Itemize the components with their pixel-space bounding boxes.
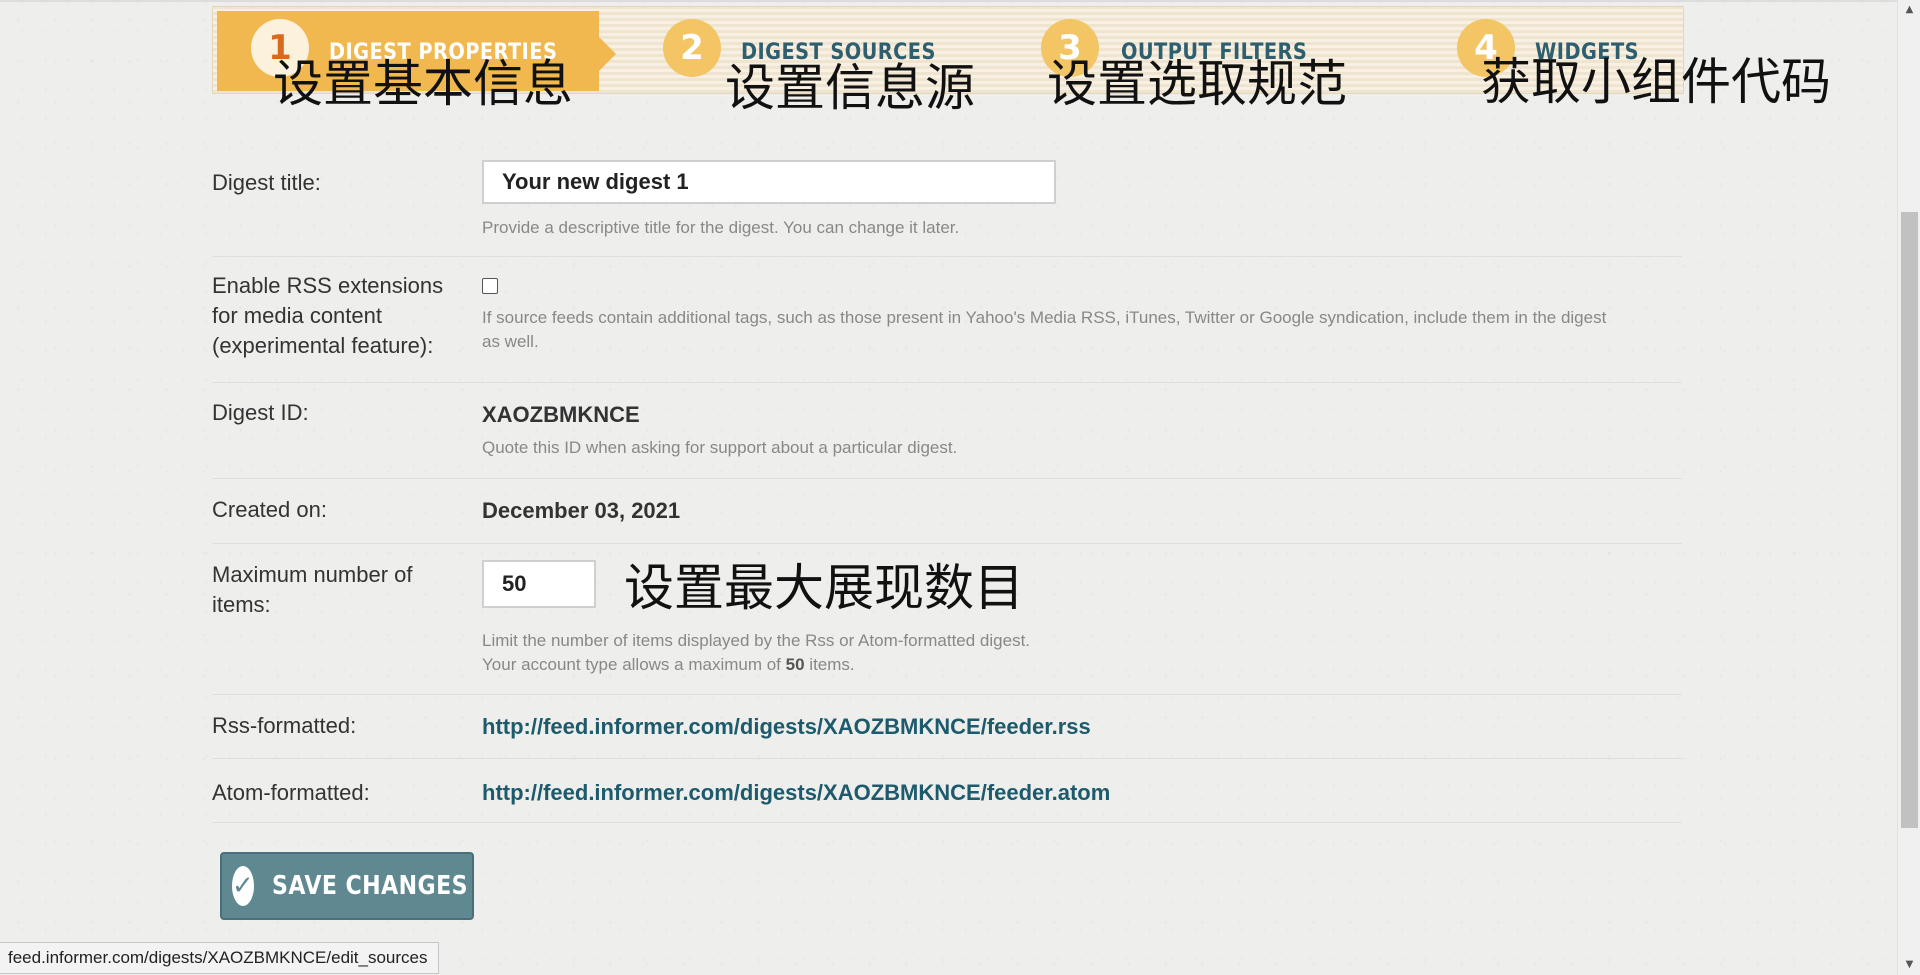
max-items-hint-suffix: items.: [804, 655, 855, 674]
max-items-label-line: items:: [212, 592, 271, 617]
active-step-arrow-icon: [599, 37, 616, 71]
rss-formatted-label: Rss-formatted:: [212, 713, 357, 738]
top-border: [0, 0, 1920, 2]
step-note: 设置信息源: [725, 59, 975, 117]
created-on-row: Created on: December 03, 2021: [212, 478, 1682, 544]
max-items-label: Maximum number of items:: [212, 560, 413, 620]
wizard-steps: 1 DIGEST PROPERTIES 设置基本信息 2 DIGEST SOUR…: [212, 6, 1831, 113]
max-items-hint-prefix: Your account type allows a maximum of: [482, 655, 786, 674]
created-on-label: Created on:: [212, 497, 327, 522]
rss-extensions-hint: If source feeds contain additional tags,…: [482, 306, 1672, 354]
max-items-note: 设置最大展现数目: [624, 559, 1024, 617]
rss-extensions-row: Enable RSS extensions for media content …: [212, 256, 1682, 383]
rss-extensions-label: Enable RSS extensions for media content …: [212, 271, 443, 361]
digest-title-hint: Provide a descriptive title for the dige…: [482, 218, 960, 237]
rss-extensions-label-line: (experimental feature):: [212, 333, 434, 358]
status-bar-url: feed.informer.com/digests/XAOZBMKNCE/edi…: [0, 942, 439, 974]
step-note: 设置基本信息: [273, 55, 573, 113]
save-changes-label: SAVE CHANGES: [271, 871, 468, 901]
check-icon: ✓: [232, 866, 254, 906]
scroll-down-arrow-icon[interactable]: ▼: [1898, 955, 1920, 975]
rss-extensions-hint-line: as well.: [482, 332, 539, 351]
rss-extensions-hint-line: If source feeds contain additional tags,…: [482, 308, 1607, 327]
rss-extensions-checkbox[interactable]: [482, 278, 498, 294]
step-note: 获取小组件代码: [1481, 53, 1831, 111]
atom-feed-link[interactable]: http://feed.informer.com/digests/XAOZBMK…: [482, 780, 1110, 806]
digest-title-input[interactable]: [482, 160, 1056, 204]
vertical-scrollbar[interactable]: ▲ ▼: [1897, 0, 1920, 975]
scroll-up-arrow-icon[interactable]: ▲: [1898, 0, 1920, 20]
digest-id-hint: Quote this ID when asking for support ab…: [482, 438, 958, 457]
digest-title-label: Digest title:: [212, 170, 321, 195]
digest-id-label: Digest ID:: [212, 400, 309, 425]
max-items-label-line: Maximum number of: [212, 562, 413, 587]
max-items-hint-max: 50: [785, 655, 805, 674]
max-items-hint-line: Your account type allows a maximum of 50…: [482, 653, 1030, 677]
digest-id-value: XAOZBMKNCE: [482, 402, 640, 427]
max-items-row: Maximum number of items: 设置最大展现数目 Limit …: [212, 543, 1682, 695]
max-items-hint: Limit the number of items displayed by t…: [482, 629, 1030, 677]
max-items-hint-line: Limit the number of items displayed by t…: [482, 631, 1031, 650]
rss-extensions-label-line: Enable RSS extensions: [212, 273, 444, 298]
step-note: 设置选取规范: [1047, 55, 1347, 113]
rss-extensions-label-line: for media content: [212, 303, 382, 328]
rss-feed-link[interactable]: http://feed.informer.com/digests/XAOZBMK…: [482, 714, 1091, 740]
scrollbar-thumb[interactable]: [1901, 212, 1918, 828]
step-number: 2: [663, 19, 721, 77]
save-changes-button[interactable]: ✓ SAVE CHANGES: [220, 852, 474, 920]
atom-formatted-label: Atom-formatted:: [212, 780, 370, 805]
created-on-value: December 03, 2021: [482, 498, 681, 523]
rss-formatted-row: Rss-formatted: http://feed.informer.com/…: [212, 694, 1682, 759]
digest-id-row: Digest ID: XAOZBMKNCE Quote this ID when…: [212, 382, 1682, 479]
max-items-input[interactable]: [482, 560, 596, 608]
page: 1 DIGEST PROPERTIES 设置基本信息 2 DIGEST SOUR…: [0, 0, 1920, 975]
atom-formatted-row: Atom-formatted: http://feed.informer.com…: [212, 758, 1682, 823]
digest-title-row: Digest title: Provide a descriptive titl…: [212, 160, 1682, 257]
